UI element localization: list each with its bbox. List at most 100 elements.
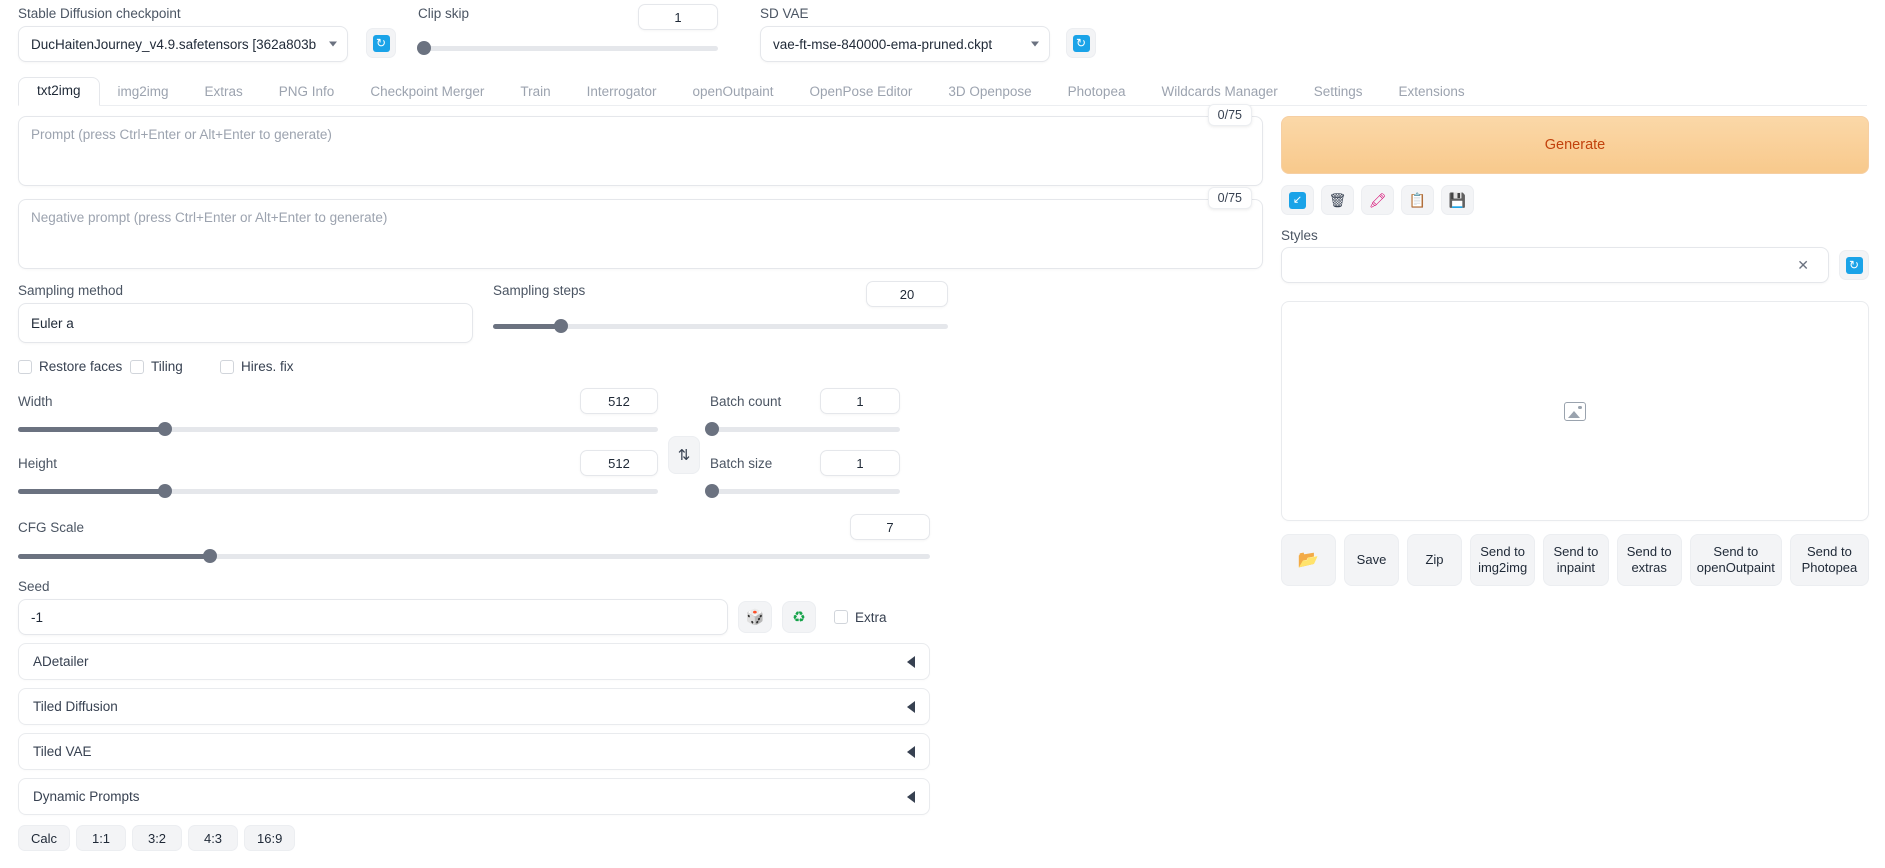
batch-size-label: Batch size: [710, 456, 772, 471]
generate-button[interactable]: Generate: [1281, 116, 1869, 174]
styles-select[interactable]: ✕: [1281, 247, 1829, 283]
slider-thumb[interactable]: [158, 422, 172, 436]
tab-extras[interactable]: Extras: [187, 80, 261, 106]
batch-size-value[interactable]: 1: [820, 450, 900, 476]
tab-txt2img[interactable]: txt2img: [18, 77, 100, 107]
tab-3d-openpose[interactable]: 3D Openpose: [930, 80, 1049, 106]
reuse-seed-button[interactable]: ♻: [782, 601, 816, 633]
styles-refresh-button[interactable]: ↻: [1839, 250, 1869, 280]
aspect-button-3-2[interactable]: 3:2: [132, 825, 182, 851]
tab-checkpoint-merger[interactable]: Checkpoint Merger: [352, 80, 502, 106]
height-value[interactable]: 512: [580, 450, 658, 476]
send-to-inpaint-button[interactable]: Send to inpaint: [1543, 534, 1608, 586]
tab-openoutpaint[interactable]: openOutpaint: [674, 80, 791, 106]
width-slider[interactable]: [18, 420, 658, 438]
button-label: Send to openOutpaint: [1697, 544, 1775, 577]
clip-skip-slider[interactable]: [418, 39, 718, 57]
seed-input[interactable]: -1: [18, 599, 728, 635]
tab-interrogator[interactable]: Interrogator: [569, 80, 675, 106]
slider-track: [418, 46, 718, 51]
open-folder-icon: 📂: [1298, 549, 1319, 570]
cfg-scale-slider[interactable]: [18, 547, 930, 565]
generation-parameters: Sampling method Euler a Sampling steps 2…: [18, 283, 1263, 851]
send-to-extras-button[interactable]: Send to extras: [1617, 534, 1682, 586]
tab-photopea[interactable]: Photopea: [1050, 80, 1144, 106]
seed-label: Seed: [18, 579, 1263, 595]
refresh-icon: ↻: [1073, 35, 1090, 52]
cfg-scale-value[interactable]: 7: [850, 514, 930, 540]
aspect-button-1-1[interactable]: 1:1: [76, 825, 126, 851]
open-folder-button[interactable]: 📂: [1281, 534, 1336, 586]
slider-thumb[interactable]: [417, 41, 431, 55]
slider-thumb[interactable]: [705, 484, 719, 498]
button-label: Send to Photopea: [1802, 544, 1858, 577]
accordion-adetailer[interactable]: ADetailer: [18, 643, 930, 680]
batch-count-label: Batch count: [710, 394, 781, 409]
send-to-openoutpaint-button[interactable]: Send to openOutpaint: [1690, 534, 1782, 586]
save-floppy-button[interactable]: 💾: [1441, 185, 1474, 215]
checkpoint-select[interactable]: DucHaitenJourney_v4.9.safetensors [362a8…: [18, 26, 348, 62]
tab-wildcards-manager[interactable]: Wildcards Manager: [1143, 80, 1295, 106]
negative-prompt-input[interactable]: Negative prompt (press Ctrl+Enter or Alt…: [18, 199, 1263, 269]
sampling-steps-slider[interactable]: [493, 317, 948, 335]
sd-vae-refresh-button[interactable]: ↻: [1066, 28, 1096, 58]
send-to-img2img-button[interactable]: Send to img2img: [1470, 534, 1535, 586]
sampling-steps-value[interactable]: 20: [866, 281, 948, 307]
width-value[interactable]: 512: [580, 388, 658, 414]
send-to-photopea-button[interactable]: Send to Photopea: [1790, 534, 1869, 586]
slider-thumb[interactable]: [554, 319, 568, 333]
output-actions-row: 📂 SaveZipSend to img2img Send to inpaint Se…: [1281, 534, 1869, 586]
batch-count-value[interactable]: 1: [820, 388, 900, 414]
tiling-checkbox[interactable]: Tiling: [130, 359, 220, 374]
slider-fill: [493, 324, 561, 329]
accordion-tiled-vae[interactable]: Tiled VAE: [18, 733, 930, 770]
extra-seed-checkbox[interactable]: Extra: [834, 610, 887, 625]
accordion-tiled-diffusion[interactable]: Tiled Diffusion: [18, 688, 930, 725]
tab-settings[interactable]: Settings: [1296, 80, 1381, 106]
sd-vae-block: SD VAE vae-ft-mse-840000-ema-pruned.ckpt: [760, 6, 1050, 62]
main-tab-bar: txt2imgimg2imgExtrasPNG InfoCheckpoint M…: [18, 76, 1867, 106]
hires-fix-checkbox[interactable]: Hires. fix: [220, 359, 294, 374]
batch-size-slider[interactable]: [710, 482, 900, 500]
arrow-pen-button[interactable]: ↙: [1281, 185, 1314, 215]
chevron-down-icon: [329, 42, 337, 47]
restore-faces-checkbox[interactable]: Restore faces: [18, 359, 130, 374]
slider-thumb[interactable]: [203, 549, 217, 563]
save-button[interactable]: Save: [1344, 534, 1399, 586]
button-label: Send to inpaint: [1553, 544, 1598, 577]
height-slider[interactable]: [18, 482, 658, 500]
image-placeholder-icon: [1564, 402, 1586, 421]
slider-thumb[interactable]: [158, 484, 172, 498]
sampling-method-label: Sampling method: [18, 283, 473, 299]
close-x-icon[interactable]: ✕: [1797, 257, 1809, 274]
checkpoint-refresh-button[interactable]: ↻: [366, 28, 396, 58]
aspect-button-16-9[interactable]: 16:9: [244, 825, 295, 851]
sd-vae-select[interactable]: vae-ft-mse-840000-ema-pruned.ckpt: [760, 26, 1050, 62]
sampling-method-select[interactable]: Euler a: [18, 303, 473, 343]
trash-button[interactable]: 🗑: [1321, 185, 1354, 215]
tab-png-info[interactable]: PNG Info: [261, 80, 353, 106]
tab-img2img[interactable]: img2img: [100, 80, 187, 106]
paintbrush-button[interactable]: 🖍: [1361, 185, 1394, 215]
aspect-button-calc[interactable]: Calc: [18, 825, 70, 851]
batch-count-slider[interactable]: [710, 420, 900, 438]
clip-skip-value[interactable]: 1: [638, 4, 718, 30]
height-label: Height: [18, 456, 57, 471]
tab-openpose-editor[interactable]: OpenPose Editor: [792, 80, 931, 106]
aspect-button-4-3[interactable]: 4:3: [188, 825, 238, 851]
output-gallery[interactable]: [1281, 301, 1869, 521]
random-seed-button[interactable]: 🎲: [738, 601, 772, 633]
accordion-dynamic-prompts[interactable]: Dynamic Prompts: [18, 778, 930, 815]
seed-block: Seed -1 🎲 ♻ Extra: [18, 579, 1263, 635]
clipboard-button[interactable]: 📋: [1401, 185, 1434, 215]
tab-train[interactable]: Train: [502, 80, 568, 106]
stable-diffusion-webui: Stable Diffusion checkpoint DucHaitenJou…: [0, 0, 1885, 868]
zip-button[interactable]: Zip: [1407, 534, 1462, 586]
sd-vae-refresh-wrap: ↻: [1066, 6, 1096, 58]
slider-thumb[interactable]: [705, 422, 719, 436]
cfg-scale-block: CFG Scale 7: [18, 514, 930, 565]
tab-extensions[interactable]: Extensions: [1381, 80, 1483, 106]
swap-dimensions-button[interactable]: ⇅: [668, 436, 700, 474]
positive-prompt-input[interactable]: Prompt (press Ctrl+Enter or Alt+Enter to…: [18, 116, 1263, 186]
styles-row: ✕ ↻: [1281, 247, 1869, 283]
